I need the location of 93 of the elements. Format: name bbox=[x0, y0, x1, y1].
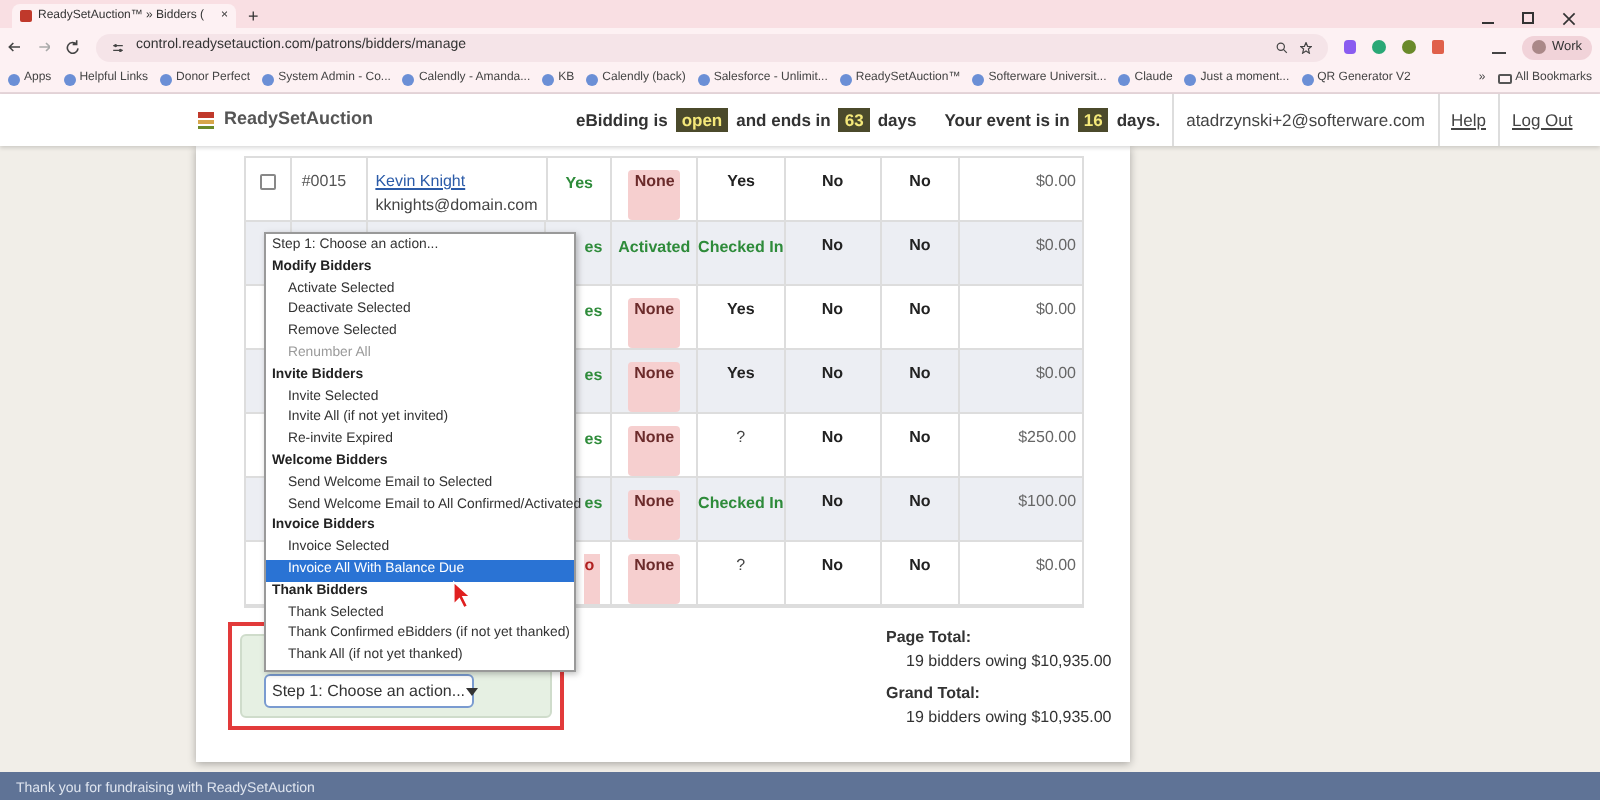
bookmark-icon bbox=[697, 73, 710, 85]
status-text: Checked In bbox=[698, 492, 784, 516]
amount-text: $0.00 bbox=[1035, 234, 1077, 258]
status-pill: None bbox=[628, 426, 681, 476]
status-text: No bbox=[821, 362, 843, 386]
status-text: No bbox=[821, 170, 844, 194]
folder-icon bbox=[1497, 74, 1512, 84]
status-pill: None bbox=[628, 298, 681, 348]
row-checkbox[interactable] bbox=[259, 174, 276, 190]
bookmark-icon bbox=[262, 73, 275, 85]
bookmark-icon bbox=[586, 73, 599, 85]
bidder-name-link[interactable]: Kevin Knight bbox=[375, 170, 538, 194]
zoom-icon[interactable] bbox=[1275, 41, 1288, 53]
status-badge: open bbox=[675, 107, 729, 133]
bookmark-icon bbox=[1118, 73, 1131, 85]
avatar-icon bbox=[1531, 40, 1546, 54]
status-text: Yes bbox=[565, 172, 593, 196]
bidder-number: #0015 bbox=[301, 172, 347, 190]
status-badge: 16 bbox=[1077, 107, 1109, 133]
status-text: Your event is in bbox=[944, 107, 1070, 133]
status-text: No bbox=[821, 554, 843, 578]
bookmark-icon bbox=[63, 73, 76, 85]
status-text: Yes bbox=[727, 170, 755, 194]
status-text: ? bbox=[736, 426, 746, 450]
status-text: es bbox=[584, 236, 603, 260]
status-pill: None bbox=[628, 170, 681, 220]
caret-icon bbox=[465, 687, 478, 695]
status-text: es bbox=[584, 300, 603, 324]
bookmark-icon bbox=[1301, 73, 1314, 85]
status-text: No bbox=[821, 298, 843, 322]
header-link[interactable]: Help bbox=[1437, 94, 1498, 146]
new-tab-button[interactable]: + bbox=[244, 4, 263, 28]
status-text: es bbox=[584, 492, 603, 516]
app-logo[interactable]: ReadySetAuction bbox=[196, 106, 496, 134]
bookmark-icon bbox=[839, 73, 852, 85]
logo-icon bbox=[196, 110, 216, 130]
star-icon[interactable] bbox=[1299, 41, 1312, 53]
header-link[interactable]: Log Out bbox=[1498, 94, 1585, 146]
extension-icon[interactable] bbox=[1372, 40, 1386, 54]
total-value: 19 bidders owing $10,935.00 bbox=[904, 650, 1112, 674]
status-text: No bbox=[909, 554, 931, 578]
status-badge: 63 bbox=[838, 107, 870, 133]
status-text: No bbox=[821, 426, 843, 450]
status-text: Yes bbox=[727, 298, 755, 322]
status-text: No bbox=[909, 170, 931, 194]
status-pill: o bbox=[584, 554, 601, 604]
status-text: No bbox=[821, 234, 843, 258]
user-email: atadrzynski+2@softerware.com bbox=[1172, 94, 1438, 146]
status-text: No bbox=[909, 490, 931, 514]
status-text: and ends in bbox=[736, 107, 831, 133]
cursor-icon bbox=[452, 580, 474, 610]
logo-icon bbox=[20, 10, 32, 22]
action-select[interactable]: Step 1: Choose an action... bbox=[264, 674, 474, 708]
status-text: eBidding is bbox=[576, 107, 668, 133]
status-text: es bbox=[584, 364, 603, 388]
amount-text: $0.00 bbox=[1035, 362, 1077, 386]
amount-text: $0.00 bbox=[1035, 298, 1077, 322]
total-value: 19 bidders owing $10,935.00 bbox=[904, 706, 1112, 730]
bookmark-icon bbox=[972, 73, 985, 85]
status-text: No bbox=[909, 298, 931, 322]
status-pill: None bbox=[628, 554, 681, 604]
status-pill: None bbox=[628, 362, 681, 412]
status-text: days bbox=[877, 107, 917, 133]
reload-icon[interactable] bbox=[66, 40, 81, 54]
amount-text: $0.00 bbox=[1035, 170, 1077, 194]
status-text: No bbox=[909, 234, 931, 258]
status-text: Checked In bbox=[698, 236, 784, 260]
back-icon[interactable] bbox=[8, 40, 22, 54]
status-text: es bbox=[584, 428, 603, 452]
bookmark-icon bbox=[402, 73, 415, 85]
site-settings-icon[interactable] bbox=[112, 41, 125, 53]
status-text: No bbox=[909, 426, 931, 450]
bookmark-icon bbox=[1184, 73, 1197, 85]
total-label: Grand Total: bbox=[886, 682, 982, 706]
amount-text: $100.00 bbox=[1018, 490, 1077, 514]
extension-icon[interactable] bbox=[1343, 40, 1357, 54]
total-label: Page Total: bbox=[886, 626, 974, 650]
restore-icon[interactable] bbox=[1522, 12, 1534, 24]
status-text: Activated bbox=[618, 236, 691, 260]
status-pill: None bbox=[628, 490, 681, 540]
amount-text: $250.00 bbox=[1018, 426, 1077, 450]
status-text: No bbox=[909, 362, 931, 386]
bidder-email: kknights@domain.com bbox=[375, 194, 538, 218]
bookmark-icon bbox=[160, 73, 173, 85]
close-icon[interactable] bbox=[1562, 12, 1576, 26]
bookmark-icon bbox=[542, 73, 555, 85]
status-text: No bbox=[821, 490, 843, 514]
status-text: days. bbox=[1116, 107, 1161, 133]
status-text: Yes bbox=[727, 362, 755, 386]
amount-text: $0.00 bbox=[1035, 554, 1077, 578]
extension-icon[interactable] bbox=[1431, 40, 1445, 54]
bookmark-icon bbox=[8, 73, 20, 85]
status-text: ? bbox=[736, 554, 746, 578]
